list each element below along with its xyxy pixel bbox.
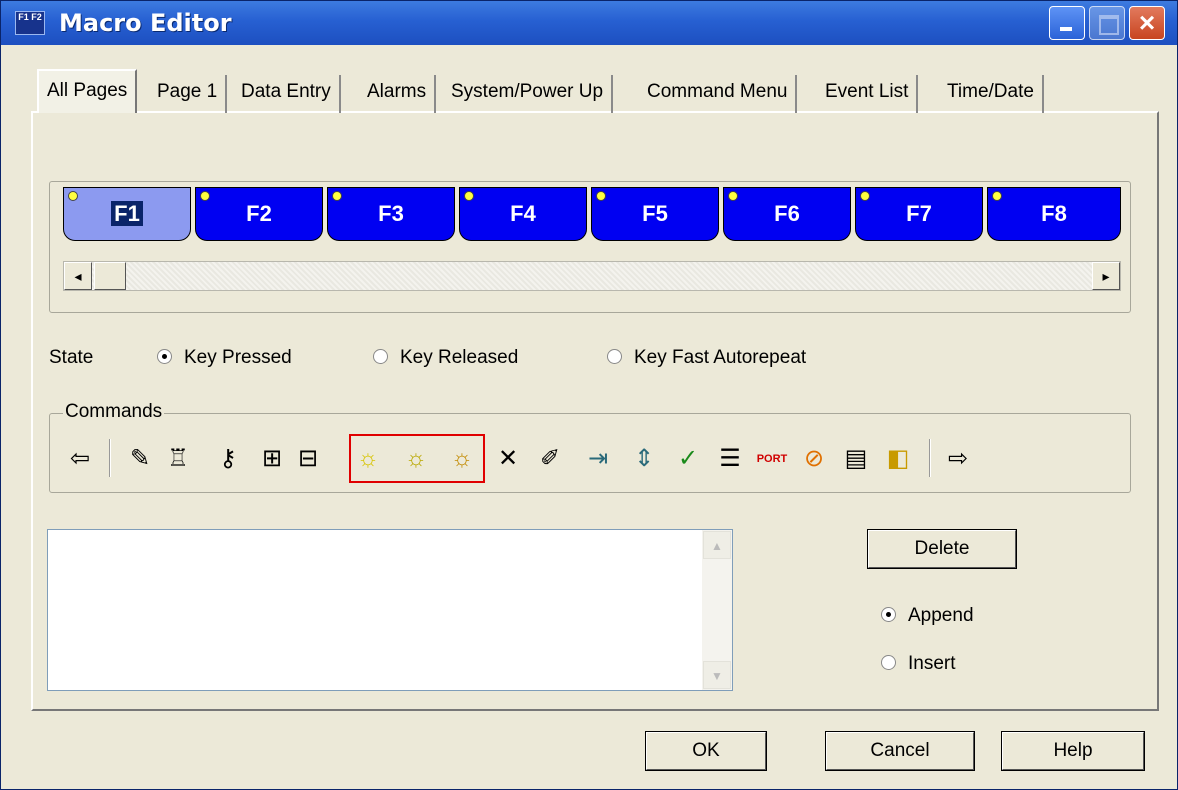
key-indicator-icon xyxy=(332,191,342,201)
window-title: Macro Editor xyxy=(59,9,232,37)
stop-sign-icon[interactable]: ⊘ xyxy=(797,441,831,477)
cancel-button[interactable]: Cancel xyxy=(825,731,975,771)
arrow-left-icon[interactable]: ⇦ xyxy=(63,441,97,477)
toolbar-separator xyxy=(109,439,111,477)
scroll-thumb[interactable] xyxy=(94,262,126,290)
commands-legend: Commands xyxy=(63,401,165,423)
delete-column-icon[interactable]: ⊟ xyxy=(291,441,325,477)
key-icon[interactable]: ⚷ xyxy=(211,441,245,477)
bucket-wrench-icon[interactable]: ♖ xyxy=(161,441,195,477)
radio-label: Insert xyxy=(908,653,956,674)
key-indicator-icon xyxy=(200,191,210,201)
radio-key-fast-autorepeat[interactable]: Key Fast Autorepeat xyxy=(607,347,806,369)
key-indicator-icon xyxy=(992,191,1002,201)
key-indicator-icon xyxy=(596,191,606,201)
app-icon: F1 F2 xyxy=(15,11,45,35)
function-key-f6[interactable]: F6 xyxy=(723,187,851,241)
function-key-label: F5 xyxy=(642,201,668,226)
radio-key-pressed[interactable]: Key Pressed xyxy=(157,347,292,369)
scroll-left-button[interactable]: ◂ xyxy=(64,262,92,290)
close-button[interactable]: × xyxy=(1129,6,1165,40)
help-button[interactable]: Help xyxy=(1001,731,1145,771)
sound-icon[interactable]: ◧ xyxy=(881,441,915,477)
function-key-f8[interactable]: F8 xyxy=(987,187,1121,241)
tab-command-menu[interactable]: Command Menu xyxy=(639,75,798,113)
function-key-label: F8 xyxy=(1041,201,1067,226)
radio-append[interactable]: Append xyxy=(881,605,974,627)
radio-button-icon xyxy=(881,607,896,622)
radio-label: Append xyxy=(908,605,974,626)
key-indicator-icon xyxy=(464,191,474,201)
function-key-label: F7 xyxy=(906,201,932,226)
radio-label: Key Released xyxy=(400,347,519,368)
macro-command-list[interactable]: ▲ ▼ xyxy=(47,529,733,691)
tab-all-pages[interactable]: All Pages xyxy=(37,69,138,113)
key-indicator-icon xyxy=(860,191,870,201)
function-key-f5[interactable]: F5 xyxy=(591,187,719,241)
delete-button[interactable]: Delete xyxy=(867,529,1017,569)
tab-system-power-up[interactable]: System/Power Up xyxy=(443,75,614,113)
function-key-label: F4 xyxy=(510,201,536,226)
function-key-label: F2 xyxy=(246,201,272,226)
radio-button-icon xyxy=(373,349,388,364)
goto-page-icon[interactable]: ⇥ xyxy=(581,441,615,477)
minimize-button[interactable] xyxy=(1049,6,1085,40)
title-bar[interactable]: F1 F2 Macro Editor × xyxy=(1,1,1177,45)
function-key-f1[interactable]: F1 xyxy=(63,187,191,241)
tab-event-list[interactable]: Event List xyxy=(817,75,919,113)
device-icon[interactable]: ▤ xyxy=(839,441,873,477)
tab-data-entry[interactable]: Data Entry xyxy=(233,75,341,113)
radio-insert[interactable]: Insert xyxy=(881,653,956,675)
toolbar-separator xyxy=(929,439,931,477)
radio-label: Key Pressed xyxy=(184,347,292,368)
pencil-icon[interactable]: ✎ xyxy=(123,441,157,477)
function-key-f7[interactable]: F7 xyxy=(855,187,983,241)
scroll-down-icon[interactable]: ▼ xyxy=(703,661,731,689)
state-label: State xyxy=(49,347,94,368)
light-on-icon[interactable]: ☼ xyxy=(351,441,385,477)
function-key-scrollbar[interactable]: ◂ ▸ xyxy=(63,261,1121,291)
insert-column-icon[interactable]: ⊞ xyxy=(255,441,289,477)
function-key-label: F1 xyxy=(111,201,143,226)
function-key-f3[interactable]: F3 xyxy=(327,187,455,241)
edit-tool-icon[interactable]: ✐ xyxy=(533,441,567,477)
list-icon[interactable]: ☰ xyxy=(713,441,747,477)
scroll-right-button[interactable]: ▸ xyxy=(1092,262,1120,290)
radio-key-released[interactable]: Key Released xyxy=(373,347,518,369)
page-scroll-icon[interactable]: ⇕ xyxy=(627,441,661,477)
macro-editor-window: F1 F2 Macro Editor × All Pages Page 1 Da… xyxy=(0,0,1178,790)
tab-time-date[interactable]: Time/Date xyxy=(939,75,1044,113)
scroll-up-icon[interactable]: ▲ xyxy=(703,531,731,559)
arrow-right-icon[interactable]: ⇨ xyxy=(941,441,975,477)
light-off-icon[interactable]: ☼ xyxy=(399,441,433,477)
light-flash-icon[interactable]: ☼ xyxy=(445,441,479,477)
function-key-label: F6 xyxy=(774,201,800,226)
radio-button-icon xyxy=(157,349,172,364)
function-key-f2[interactable]: F2 xyxy=(195,187,323,241)
radio-label: Key Fast Autorepeat xyxy=(634,347,807,368)
list-scrollbar[interactable]: ▲ ▼ xyxy=(702,530,732,690)
key-indicator-icon xyxy=(728,191,738,201)
tab-alarms[interactable]: Alarms xyxy=(359,75,437,113)
page-check-icon[interactable]: ✓ xyxy=(671,441,705,477)
function-key-f4[interactable]: F4 xyxy=(459,187,587,241)
radio-button-icon xyxy=(607,349,622,364)
radio-button-icon xyxy=(881,655,896,670)
port-icon[interactable]: PORT xyxy=(755,441,789,477)
function-key-label: F3 xyxy=(378,201,404,226)
maximize-button xyxy=(1089,6,1125,40)
cross-icon[interactable]: ✕ xyxy=(491,441,525,477)
key-indicator-icon xyxy=(68,191,78,201)
tab-page-1[interactable]: Page 1 xyxy=(149,75,228,113)
ok-button[interactable]: OK xyxy=(645,731,767,771)
